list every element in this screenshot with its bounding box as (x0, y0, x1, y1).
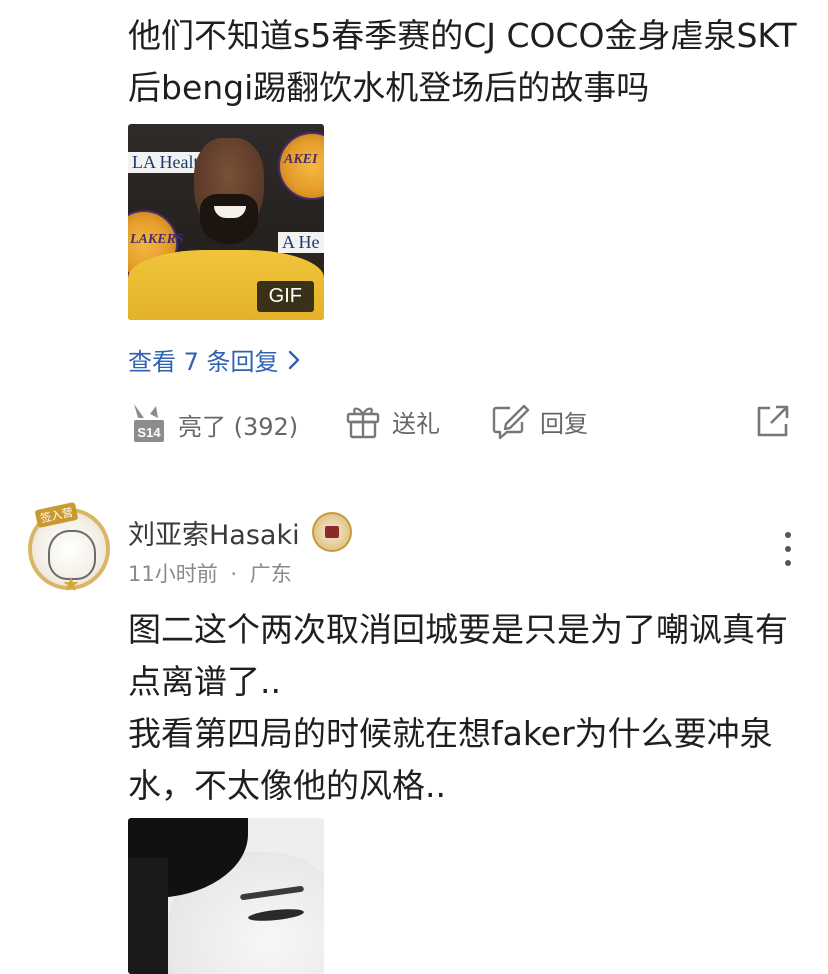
logo-text-left: LAKERS (130, 232, 184, 247)
comment-feed: 他们不知道s5春季赛的CJ COCO金身虐泉SKT后bengi踢翻饮水机登场后的… (0, 0, 828, 974)
edit-reply-icon (492, 404, 530, 440)
gift-button[interactable]: 送礼 (344, 402, 440, 440)
comment-action-bar: S14 亮了 (392) 送礼 回复 (128, 402, 798, 450)
reply-button[interactable]: 回复 (490, 402, 588, 440)
user-level-badge-icon (311, 512, 352, 552)
comment-location: 广东 (249, 562, 292, 586)
chevron-right-icon (288, 350, 299, 369)
meme-image[interactable] (128, 818, 324, 974)
comment-text: 图二这个两次取消回城要是只是为了嘲讽真有点离谱了.. 我看第四局的时候就在想fa… (128, 610, 788, 805)
meta-separator: · (230, 562, 238, 586)
gift-label: 送礼 (392, 409, 440, 438)
logo-text-right: AKEI (284, 152, 318, 167)
meme-shadow (128, 858, 168, 974)
like-button[interactable]: S14 亮了 (392) (128, 402, 298, 446)
gif-badge: GIF (256, 281, 314, 312)
sponsor-banner-right: A He (278, 232, 324, 253)
star-icon: ★ (62, 572, 80, 596)
sponsor-banner-left: LA Healt (128, 152, 203, 173)
share-button[interactable] (754, 402, 792, 440)
username[interactable]: 刘亚索Hasaki (128, 512, 352, 552)
s14-trophy-icon: S14 (134, 404, 164, 442)
share-external-icon (757, 405, 789, 437)
gift-icon (346, 407, 380, 439)
username-label: 刘亚索Hasaki (128, 519, 300, 551)
person-beard (200, 194, 258, 244)
reply-label: 回复 (540, 409, 588, 438)
view-replies-link[interactable]: 查看 7 条回复 (128, 342, 301, 377)
user-avatar[interactable]: 签入营 ★ (28, 501, 110, 596)
comment-time: 11小时前 (128, 562, 218, 586)
more-options-icon[interactable] (780, 532, 796, 566)
gif-image[interactable]: LAKERS AKEI LA Healt A He GIF (128, 124, 324, 320)
s14-icon-text: S14 (137, 425, 161, 440)
like-count-label: 亮了 (392) (178, 412, 299, 441)
comment-text: 他们不知道s5春季赛的CJ COCO金身虐泉SKT后bengi踢翻饮水机登场后的… (128, 16, 797, 107)
view-replies-label: 查看 7 条回复 (128, 348, 279, 376)
comment-meta: 11小时前 · 广东 (128, 558, 292, 588)
avatar-frame-tag: 签入营 (34, 501, 79, 529)
